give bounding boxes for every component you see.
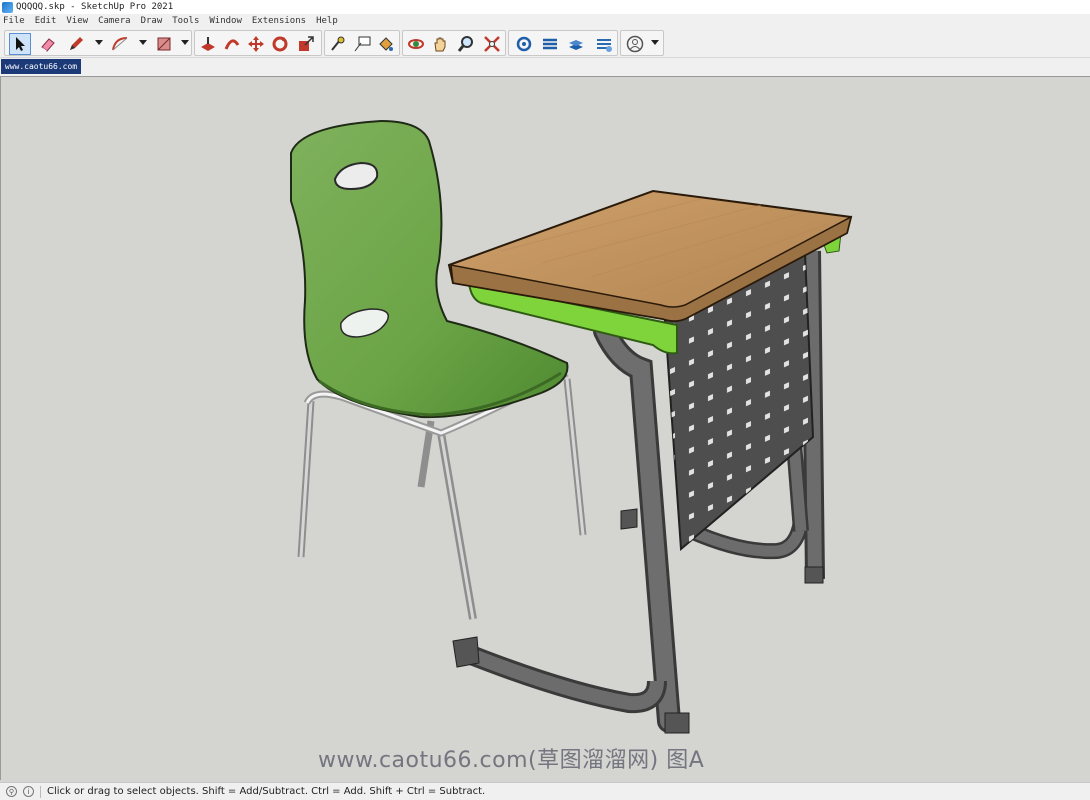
menu-view[interactable]: View	[66, 16, 88, 26]
drawing-tool-group	[4, 30, 192, 56]
push-pull-icon	[201, 37, 215, 51]
status-divider	[40, 785, 41, 798]
paint-bucket-tool-button[interactable]	[375, 33, 397, 55]
camera-tool-group	[402, 30, 506, 56]
orbit-icon	[408, 39, 424, 49]
model-drawing	[290, 119, 853, 734]
text-tool-button[interactable]	[351, 33, 373, 55]
select-tool-button[interactable]	[9, 33, 31, 55]
pencil-icon	[70, 37, 83, 50]
status-text: Click or drag to select objects. Shift =…	[47, 786, 486, 797]
geo-location-icon[interactable]: ⚲	[6, 786, 17, 797]
menu-file[interactable]: File	[3, 16, 25, 26]
zoom-icon	[457, 36, 473, 52]
move-tool-button[interactable]	[245, 33, 267, 55]
move-icon	[248, 36, 264, 52]
scale-icon	[299, 36, 314, 51]
paint-bucket-icon	[379, 37, 393, 51]
select-icon	[16, 37, 25, 51]
title-bar: QQQQQ.skp - SketchUp Pro 2021	[0, 0, 1090, 14]
account-button[interactable]	[624, 33, 646, 55]
scene-tab-bar: www.caotu66.com	[0, 58, 1090, 76]
extension-manager-icon	[597, 39, 612, 52]
rotate-icon	[272, 36, 288, 52]
sketchup-logo-icon	[2, 1, 13, 13]
window-title: QQQQQ.skp - SketchUp Pro 2021	[16, 2, 174, 12]
3d-warehouse-icon	[516, 36, 532, 52]
credits-icon[interactable]: i	[23, 786, 34, 797]
extension-warehouse-button[interactable]	[539, 33, 561, 55]
construction-tool-group	[324, 30, 400, 56]
menu-edit[interactable]: Edit	[35, 16, 57, 26]
menu-window[interactable]: Window	[209, 16, 242, 26]
extension-warehouse-icon	[543, 38, 557, 50]
push-pull-tool-button[interactable]	[197, 33, 219, 55]
menu-camera[interactable]: Camera	[98, 16, 131, 26]
text-icon	[354, 36, 371, 52]
layout-button[interactable]	[565, 33, 587, 55]
eraser-tool-button[interactable]	[37, 33, 59, 55]
main-toolbar	[0, 28, 1090, 58]
status-bar: ⚲ i Click or drag to select objects. Shi…	[0, 782, 1090, 800]
arc-icon	[112, 37, 128, 51]
menu-draw[interactable]: Draw	[141, 16, 163, 26]
pan-icon	[434, 37, 446, 52]
watermark: www.caotu66.com(草图溜溜网) 图A	[318, 748, 705, 773]
scale-tool-button[interactable]	[295, 33, 317, 55]
rectangle-icon	[157, 37, 171, 51]
menu-tools[interactable]: Tools	[172, 16, 199, 26]
eraser-icon	[41, 38, 55, 52]
zoom-extents-tool-button[interactable]	[481, 33, 503, 55]
layout-icon	[569, 40, 583, 50]
rectangle-tool-button[interactable]	[153, 33, 175, 55]
arc-tool-button[interactable]	[109, 33, 131, 55]
pencil-dropdown-icon[interactable]	[95, 40, 103, 45]
model-viewport[interactable]	[0, 76, 1090, 780]
arc-dropdown-icon[interactable]	[139, 40, 147, 45]
3d-warehouse-button[interactable]	[513, 33, 535, 55]
zoom-tool-button[interactable]	[455, 33, 477, 55]
follow-me-icon	[224, 39, 240, 50]
account-dropdown-icon[interactable]	[651, 40, 659, 45]
rotate-tool-button[interactable]	[269, 33, 291, 55]
account-icon	[626, 35, 644, 53]
pan-tool-button[interactable]	[429, 33, 451, 55]
orbit-tool-button[interactable]	[405, 33, 427, 55]
tape-measure-icon	[331, 36, 345, 51]
menu-extensions[interactable]: Extensions	[252, 16, 306, 26]
warehouse-tool-group	[508, 30, 618, 56]
tape-measure-tool-button[interactable]	[327, 33, 349, 55]
modify-tool-group	[194, 30, 322, 56]
follow-me-tool-button[interactable]	[221, 33, 243, 55]
extension-manager-button[interactable]	[593, 33, 615, 55]
menu-help[interactable]: Help	[316, 16, 338, 26]
rectangle-dropdown-icon[interactable]	[181, 40, 189, 45]
menu-bar: File Edit View Camera Draw Tools Window …	[0, 14, 1090, 28]
scene-tab[interactable]: www.caotu66.com	[1, 59, 81, 74]
account-tool-group	[620, 30, 664, 56]
pencil-tool-button[interactable]	[65, 33, 87, 55]
zoom-extents-icon	[484, 36, 500, 52]
